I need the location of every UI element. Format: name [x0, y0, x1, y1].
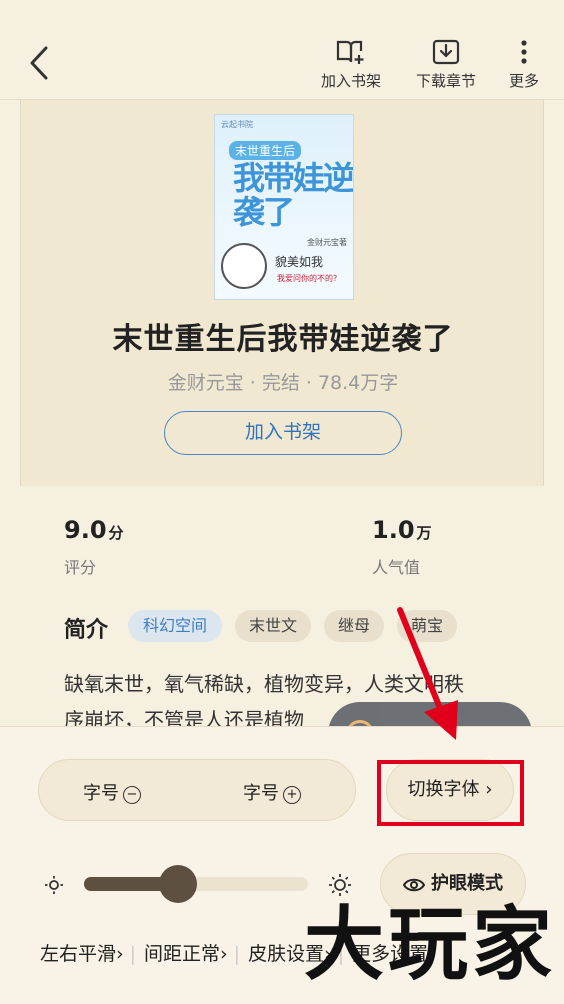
highlight-box [377, 760, 524, 826]
plus-icon: + [283, 786, 301, 804]
spacing-label: 间距正常 [144, 943, 221, 965]
rating-label: 评分 [64, 558, 97, 577]
font-size-decrease-label: 字号 [83, 783, 119, 804]
tag-stepmother[interactable]: 继母 [324, 610, 384, 642]
font-size-control: 字号 − 字号 + [38, 759, 356, 821]
brightness-low-icon [45, 876, 63, 894]
divider: | [129, 943, 137, 965]
font-size-decrease-button[interactable]: 字号 − [83, 779, 141, 805]
cover-publisher: 云起书院 [221, 120, 253, 129]
download-icon [432, 39, 460, 65]
annotation-arrow-icon [397, 607, 458, 740]
tag-scifi-space[interactable]: 科幻空间 [128, 610, 222, 642]
brightness-high-icon [329, 874, 351, 896]
font-size-increase-label: 字号 [243, 783, 279, 804]
rating-unit: 分 [108, 524, 124, 542]
cover-character-illustration [221, 243, 267, 289]
download-chapters-label: 下载章节 [415, 72, 476, 90]
brightness-slider-thumb[interactable] [159, 865, 198, 903]
popularity-label: 人气值 [372, 558, 421, 577]
cover-big-title: 我带娃逆袭了 [233, 159, 354, 231]
watermark-logo: 大玩家 [304, 898, 556, 991]
book-title: 末世重生后我带娃逆袭了 [112, 322, 454, 357]
rating-stat: 9.0 分 评分 [64, 516, 124, 578]
add-to-shelf-top-button[interactable]: 加入书架 [318, 38, 384, 91]
book-meta: 金财元宝 · 完结 · 78.4万字 [167, 372, 399, 394]
more-label: 更多 [508, 72, 539, 90]
minus-icon: − [123, 786, 141, 804]
intro-heading: 简介 [64, 618, 109, 643]
top-bar: 加入书架 下载章节 更多 [0, 0, 564, 100]
spacing-option[interactable]: 间距正常› [144, 943, 228, 965]
eye-icon [402, 878, 426, 892]
rating-value: 9.0 [64, 516, 107, 544]
popularity-stat: 1.0 万 人气值 [372, 516, 432, 578]
more-dots-icon [521, 40, 527, 64]
page-turn-option[interactable]: 左右平滑› [40, 943, 124, 965]
page-turn-label: 左右平滑 [40, 943, 117, 965]
book-cover[interactable]: 云起书院 末世重生后 我带娃逆袭了 金财元宝著 貌美如我 我爱问你的不的? [214, 114, 354, 300]
eye-protection-label: 护眼模式 [431, 873, 503, 894]
cover-series-title: 末世重生后 [229, 141, 302, 160]
popularity-unit: 万 [416, 524, 432, 542]
download-chapters-button[interactable]: 下载章节 [410, 38, 482, 91]
popularity-value: 1.0 [372, 516, 415, 544]
book-plus-icon [336, 40, 364, 64]
font-size-increase-button[interactable]: 字号 + [243, 779, 301, 805]
more-button[interactable]: 更多 [502, 38, 546, 91]
book-header: 云起书院 末世重生后 我带娃逆袭了 金财元宝著 貌美如我 我爱问你的不的? 末世… [20, 100, 544, 486]
add-to-shelf-top-label: 加入书架 [320, 72, 381, 90]
add-to-shelf-button[interactable]: 加入书架 [164, 411, 402, 455]
cover-subline: 我爱问你的不的? [277, 274, 338, 283]
back-arrow-icon[interactable] [22, 42, 58, 84]
cover-author-tag: 金财元宝著 [307, 238, 347, 247]
divider: | [233, 943, 241, 965]
tag-apocalypse[interactable]: 末世文 [235, 610, 311, 642]
cover-slogan: 貌美如我 [275, 255, 324, 269]
